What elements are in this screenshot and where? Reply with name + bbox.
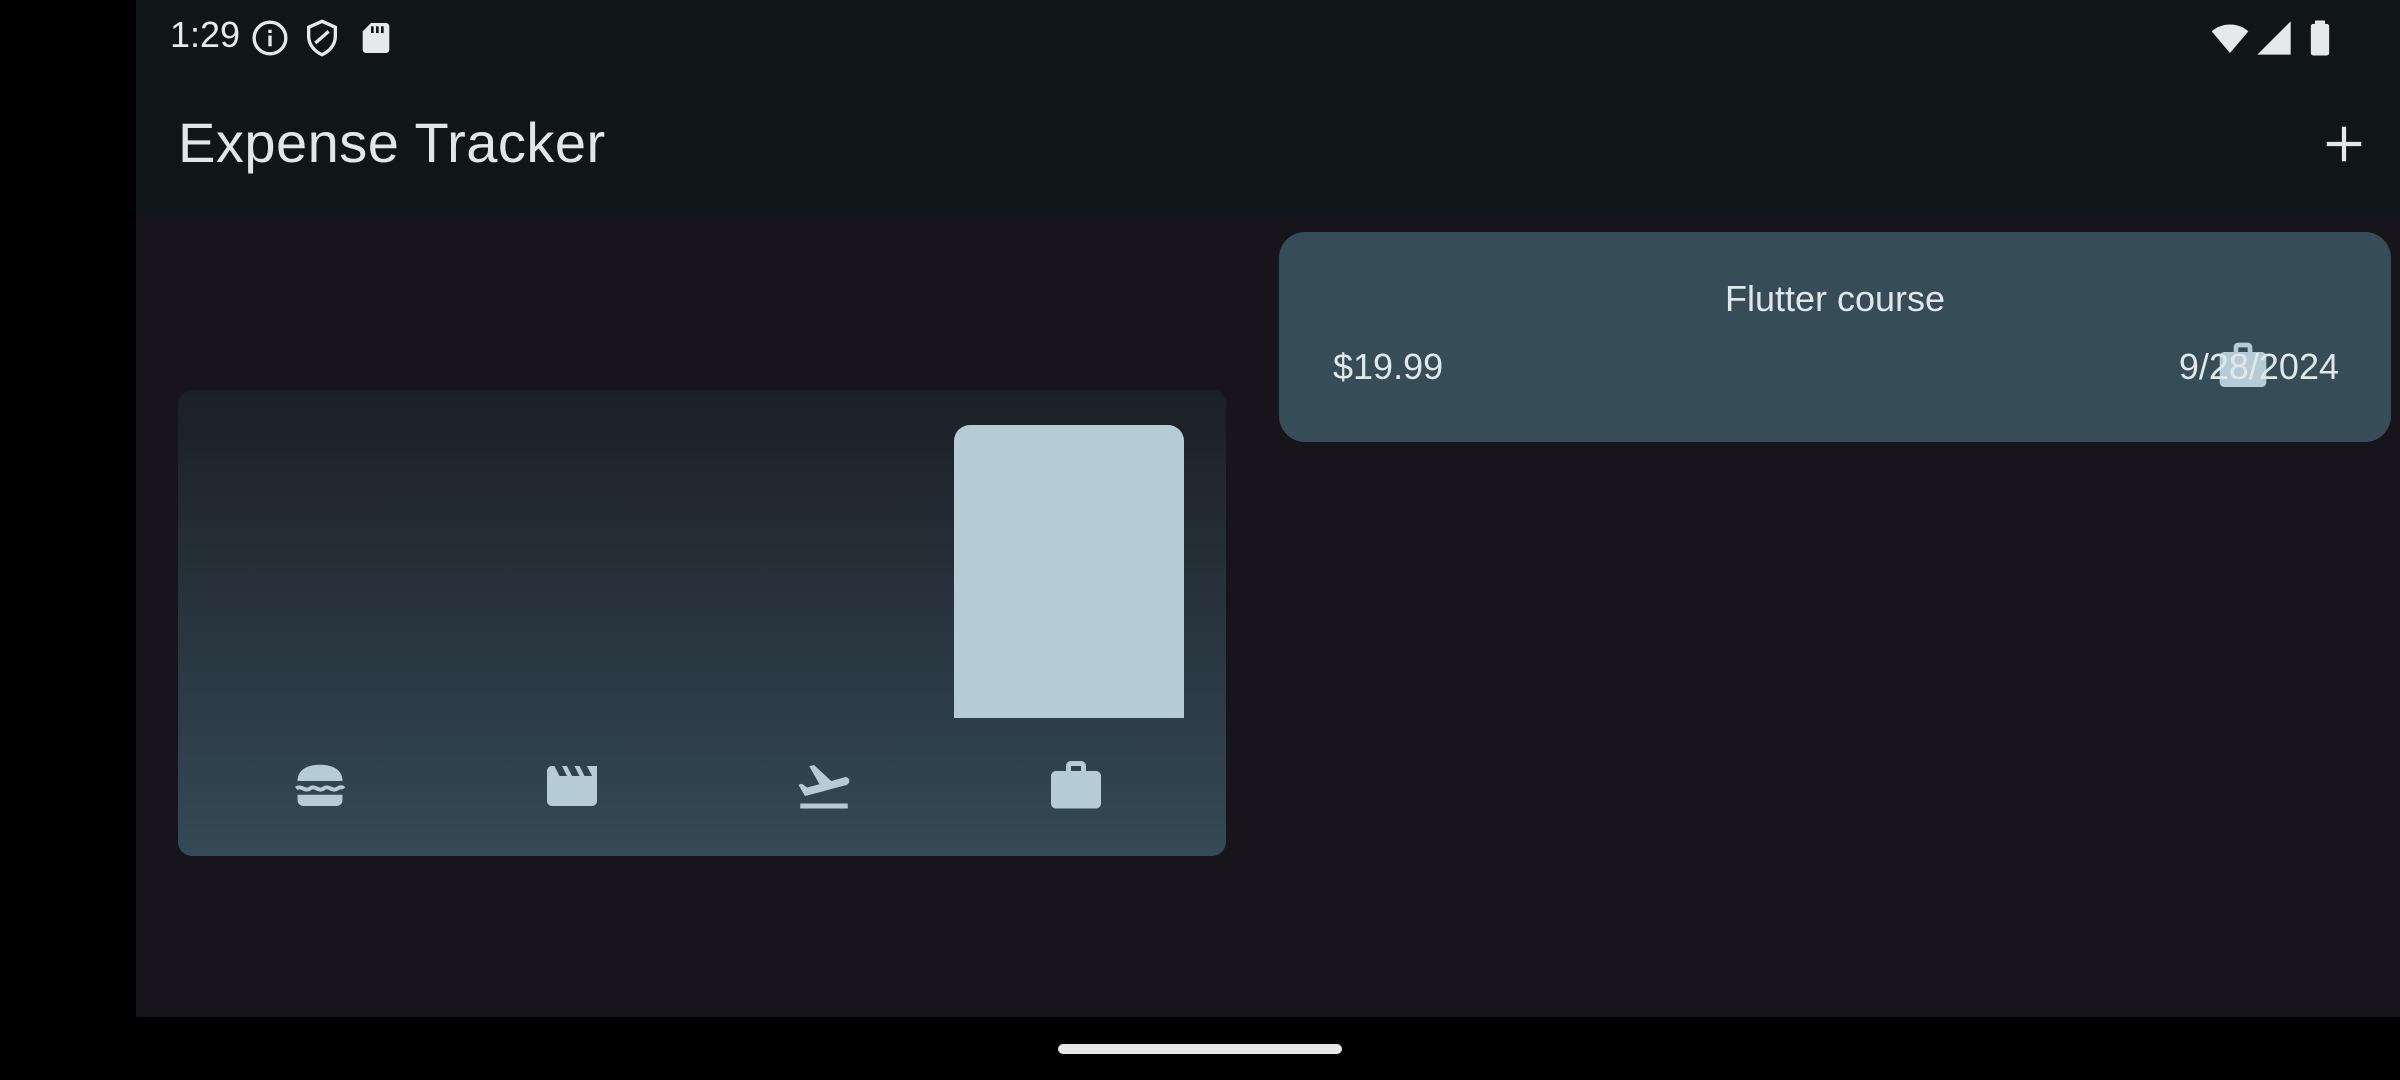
chart-bar-work bbox=[954, 425, 1184, 718]
expense-item[interactable]: Flutter course $19.99 9/28/2024 bbox=[1279, 232, 2391, 442]
battery-icon bbox=[2300, 18, 2340, 58]
status-bar: 1:29 bbox=[136, 0, 2400, 74]
expense-amount: $19.99 bbox=[1333, 346, 1444, 387]
info-icon bbox=[250, 18, 290, 58]
shield-icon bbox=[302, 18, 342, 58]
app-window: 1:29 Expense Tracker Flutter course $19.… bbox=[136, 0, 2400, 1017]
movie-icon bbox=[542, 756, 602, 816]
food-icon bbox=[290, 756, 350, 816]
screen: 1:29 Expense Tracker Flutter course $19.… bbox=[0, 0, 2400, 1080]
flight-takeoff-icon bbox=[794, 756, 854, 816]
signal-icon bbox=[2254, 18, 2294, 58]
add-expense-button[interactable] bbox=[2308, 108, 2380, 180]
page-title: Expense Tracker bbox=[178, 111, 606, 174]
expense-chart bbox=[178, 390, 1226, 856]
sd-card-icon bbox=[356, 18, 396, 58]
status-time: 1:29 bbox=[170, 14, 241, 55]
wifi-icon bbox=[2210, 18, 2250, 58]
expense-title: Flutter course bbox=[1724, 278, 1946, 319]
gesture-nav-handle[interactable] bbox=[1058, 1044, 1342, 1054]
add-icon bbox=[2326, 126, 2362, 162]
app-bar: Expense Tracker bbox=[136, 74, 2400, 216]
expense-date: 9/28/2024 bbox=[2178, 346, 2339, 387]
work-icon bbox=[1046, 756, 1106, 816]
